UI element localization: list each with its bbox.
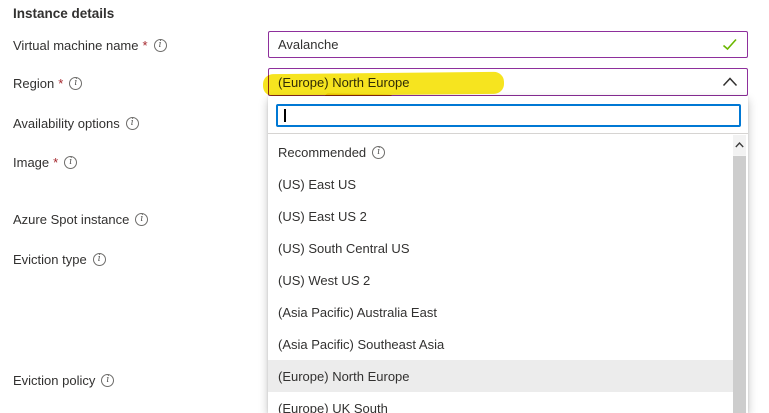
label-text: Region (13, 76, 54, 91)
vm-name-input[interactable]: Avalanche (268, 31, 748, 58)
chevron-up-icon[interactable] (722, 77, 738, 87)
region-option[interactable]: (US) South Central US (268, 232, 733, 264)
region-option[interactable]: (US) East US (268, 168, 733, 200)
region-select[interactable]: (Europe) North Europe (268, 68, 748, 96)
required-asterisk: * (58, 76, 63, 91)
info-icon[interactable]: i (154, 39, 167, 52)
scroll-up-button[interactable] (733, 135, 746, 155)
region-option[interactable]: (US) East US 2 (268, 200, 733, 232)
field-label-image: Image * i (13, 154, 77, 170)
label-text: Image (13, 155, 49, 170)
scroll-thumb[interactable] (733, 156, 746, 413)
text-caret (284, 109, 286, 122)
region-search-input[interactable] (276, 104, 741, 127)
region-dropdown-panel: Recommended i (US) East US (US) East US … (268, 96, 748, 413)
info-icon[interactable]: i (135, 213, 148, 226)
vm-name-value: Avalanche (278, 37, 722, 52)
label-text: Eviction policy (13, 373, 95, 388)
required-asterisk: * (143, 38, 148, 53)
field-label-eviction-policy: Eviction policy i (13, 372, 114, 388)
info-icon[interactable]: i (126, 117, 139, 130)
field-label-azure-spot-instance: Azure Spot instance i (13, 211, 148, 227)
section-heading: Instance details (13, 6, 114, 21)
label-text: Availability options (13, 116, 120, 131)
group-header-label: Recommended (278, 145, 366, 160)
dropdown-scrollbar[interactable] (733, 135, 746, 413)
field-label-region: Region * i (13, 75, 82, 91)
info-icon[interactable]: i (93, 253, 106, 266)
region-option[interactable]: (Asia Pacific) Australia East (268, 296, 733, 328)
field-label-eviction-type: Eviction type i (13, 251, 106, 267)
info-icon[interactable]: i (64, 156, 77, 169)
region-option-selected[interactable]: (Europe) North Europe (268, 360, 733, 392)
region-option[interactable]: (Europe) UK South (268, 392, 733, 413)
region-option[interactable]: (Asia Pacific) Southeast Asia (268, 328, 733, 360)
label-text: Virtual machine name (13, 38, 139, 53)
dropdown-divider (268, 133, 748, 134)
field-label-virtual-machine-name: Virtual machine name * i (13, 37, 167, 53)
marker-highlight-annotation (263, 72, 504, 97)
valid-checkmark-icon (722, 38, 738, 51)
chevron-up-small-icon (735, 142, 744, 148)
label-text: Eviction type (13, 252, 87, 267)
option-group-recommended: Recommended i (268, 136, 733, 168)
field-label-availability-options: Availability options i (13, 115, 139, 131)
region-option[interactable]: (US) West US 2 (268, 264, 733, 296)
info-icon[interactable]: i (69, 77, 82, 90)
info-icon[interactable]: i (372, 146, 385, 159)
required-asterisk: * (53, 155, 58, 170)
info-icon[interactable]: i (101, 374, 114, 387)
label-text: Azure Spot instance (13, 212, 129, 227)
